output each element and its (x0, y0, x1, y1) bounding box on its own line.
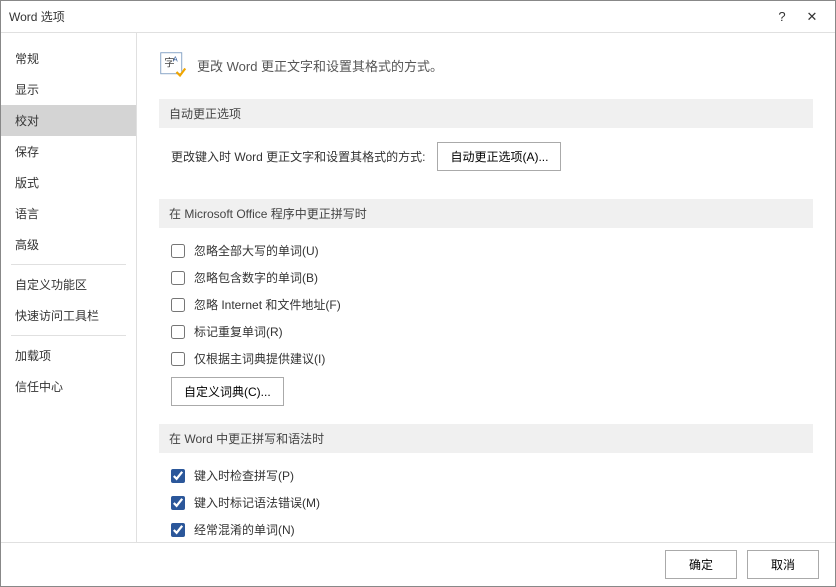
checkbox-label[interactable]: 忽略 Internet 和文件地址(F) (194, 296, 341, 313)
checkbox-ignore-numbers[interactable] (171, 271, 185, 285)
ok-button[interactable]: 确定 (665, 550, 737, 579)
sidebar-item-general[interactable]: 常规 (1, 43, 136, 74)
checkbox-label[interactable]: 仅根据主词典提供建议(I) (194, 350, 325, 367)
section-title-autocorrect: 自动更正选项 (159, 99, 813, 128)
sidebar-separator (11, 264, 126, 265)
sidebar: 常规 显示 校对 保存 版式 语言 高级 自定义功能区 快速访问工具栏 加载项 … (1, 33, 137, 542)
checkbox-confused-words[interactable] (171, 523, 185, 537)
sidebar-item-language[interactable]: 语言 (1, 198, 136, 229)
close-button[interactable]: ✕ (797, 1, 827, 33)
dialog-body: 常规 显示 校对 保存 版式 语言 高级 自定义功能区 快速访问工具栏 加载项 … (1, 33, 835, 542)
cancel-button[interactable]: 取消 (747, 550, 819, 579)
sidebar-item-proofing[interactable]: 校对 (1, 105, 136, 136)
checkbox-label[interactable]: 键入时检查拼写(P) (194, 467, 294, 484)
checkbox-label[interactable]: 经常混淆的单词(N) (194, 521, 295, 538)
checkbox-main-dict-only[interactable] (171, 352, 185, 366)
header-text: 更改 Word 更正文字和设置其格式的方式。 (197, 56, 443, 75)
checkbox-label[interactable]: 键入时标记语法错误(M) (194, 494, 320, 511)
content-panel: 字 A 更改 Word 更正文字和设置其格式的方式。 自动更正选项 更改键入时 … (137, 33, 835, 542)
section-title-word-spelling: 在 Word 中更正拼写和语法时 (159, 424, 813, 453)
sidebar-separator (11, 335, 126, 336)
autocorrect-row-text: 更改键入时 Word 更正文字和设置其格式的方式: (171, 148, 425, 165)
sidebar-item-advanced[interactable]: 高级 (1, 229, 136, 260)
help-button[interactable]: ? (767, 1, 797, 33)
checkbox-ignore-urls[interactable] (171, 298, 185, 312)
checkbox-mark-grammar[interactable] (171, 496, 185, 510)
window-title: Word 选项 (9, 8, 767, 25)
checkbox-label[interactable]: 标记重复单词(R) (194, 323, 283, 340)
checkbox-ignore-uppercase[interactable] (171, 244, 185, 258)
footer: 确定 取消 (1, 542, 835, 586)
sidebar-item-save[interactable]: 保存 (1, 136, 136, 167)
header-row: 字 A 更改 Word 更正文字和设置其格式的方式。 (159, 51, 813, 79)
proofing-icon: 字 A (159, 51, 187, 79)
checkbox-label[interactable]: 忽略包含数字的单词(B) (194, 269, 318, 286)
checkbox-check-spelling[interactable] (171, 469, 185, 483)
checkbox-label[interactable]: 忽略全部大写的单词(U) (194, 242, 319, 259)
title-bar: Word 选项 ? ✕ (1, 1, 835, 33)
autocorrect-options-button[interactable]: 自动更正选项(A)... (437, 142, 561, 171)
checkbox-flag-repeated[interactable] (171, 325, 185, 339)
sidebar-item-qat[interactable]: 快速访问工具栏 (1, 300, 136, 331)
svg-text:A: A (173, 57, 178, 64)
sidebar-item-addins[interactable]: 加载项 (1, 340, 136, 371)
sidebar-item-customize-ribbon[interactable]: 自定义功能区 (1, 269, 136, 300)
sidebar-item-display[interactable]: 显示 (1, 74, 136, 105)
sidebar-item-layout[interactable]: 版式 (1, 167, 136, 198)
custom-dictionaries-button[interactable]: 自定义词典(C)... (171, 377, 284, 406)
section-title-office-spelling: 在 Microsoft Office 程序中更正拼写时 (159, 199, 813, 228)
sidebar-item-trust-center[interactable]: 信任中心 (1, 371, 136, 402)
